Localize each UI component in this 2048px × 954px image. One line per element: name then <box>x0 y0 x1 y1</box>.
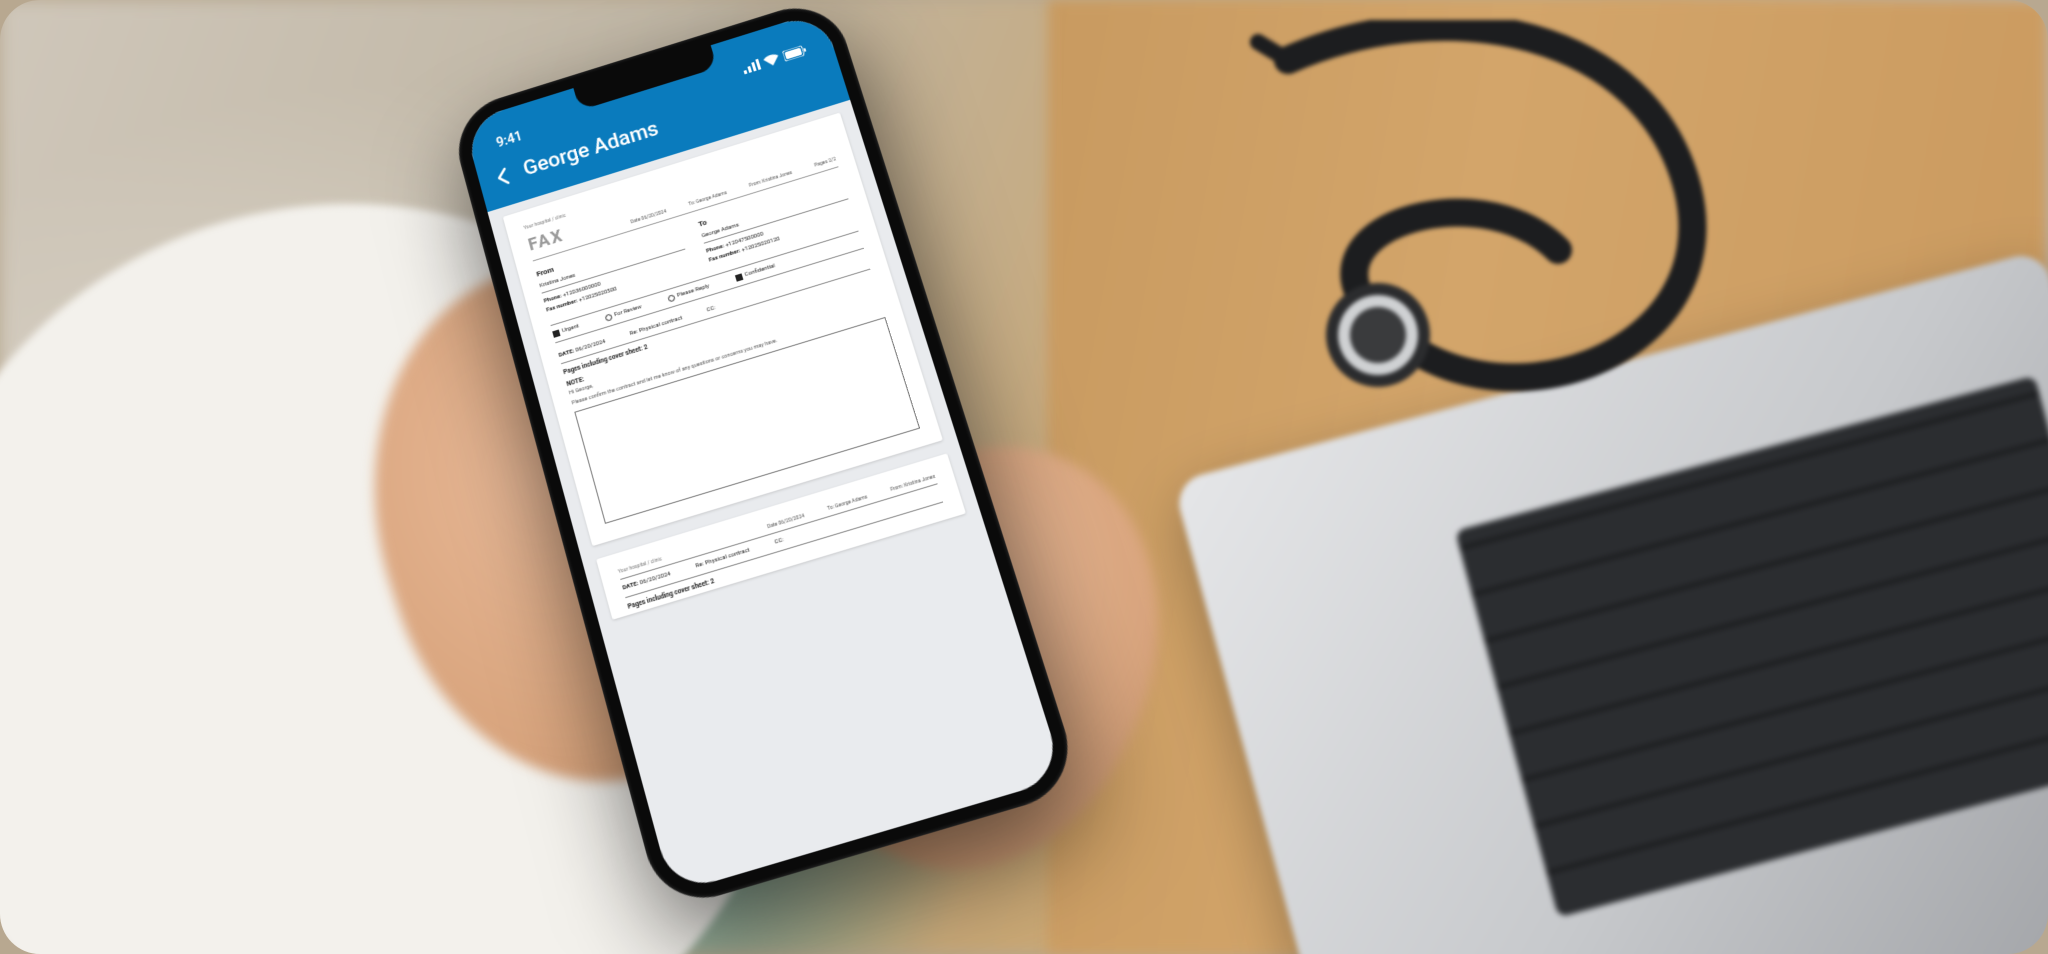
chk-urgent: Urgent <box>552 323 580 338</box>
chk-for-review: For Review <box>604 303 643 322</box>
chk-please-reply: Please Reply <box>667 283 710 303</box>
scene-photo: 9:41 George Adams <box>0 0 2048 954</box>
phone-device: 9:41 George Adams <box>540 10 960 860</box>
wifi-icon <box>763 53 781 68</box>
chevron-left-icon <box>490 162 518 190</box>
stethoscope-prop <box>1228 20 1748 440</box>
back-button[interactable] <box>490 162 518 190</box>
chk-confidential: Confidential <box>735 263 777 282</box>
